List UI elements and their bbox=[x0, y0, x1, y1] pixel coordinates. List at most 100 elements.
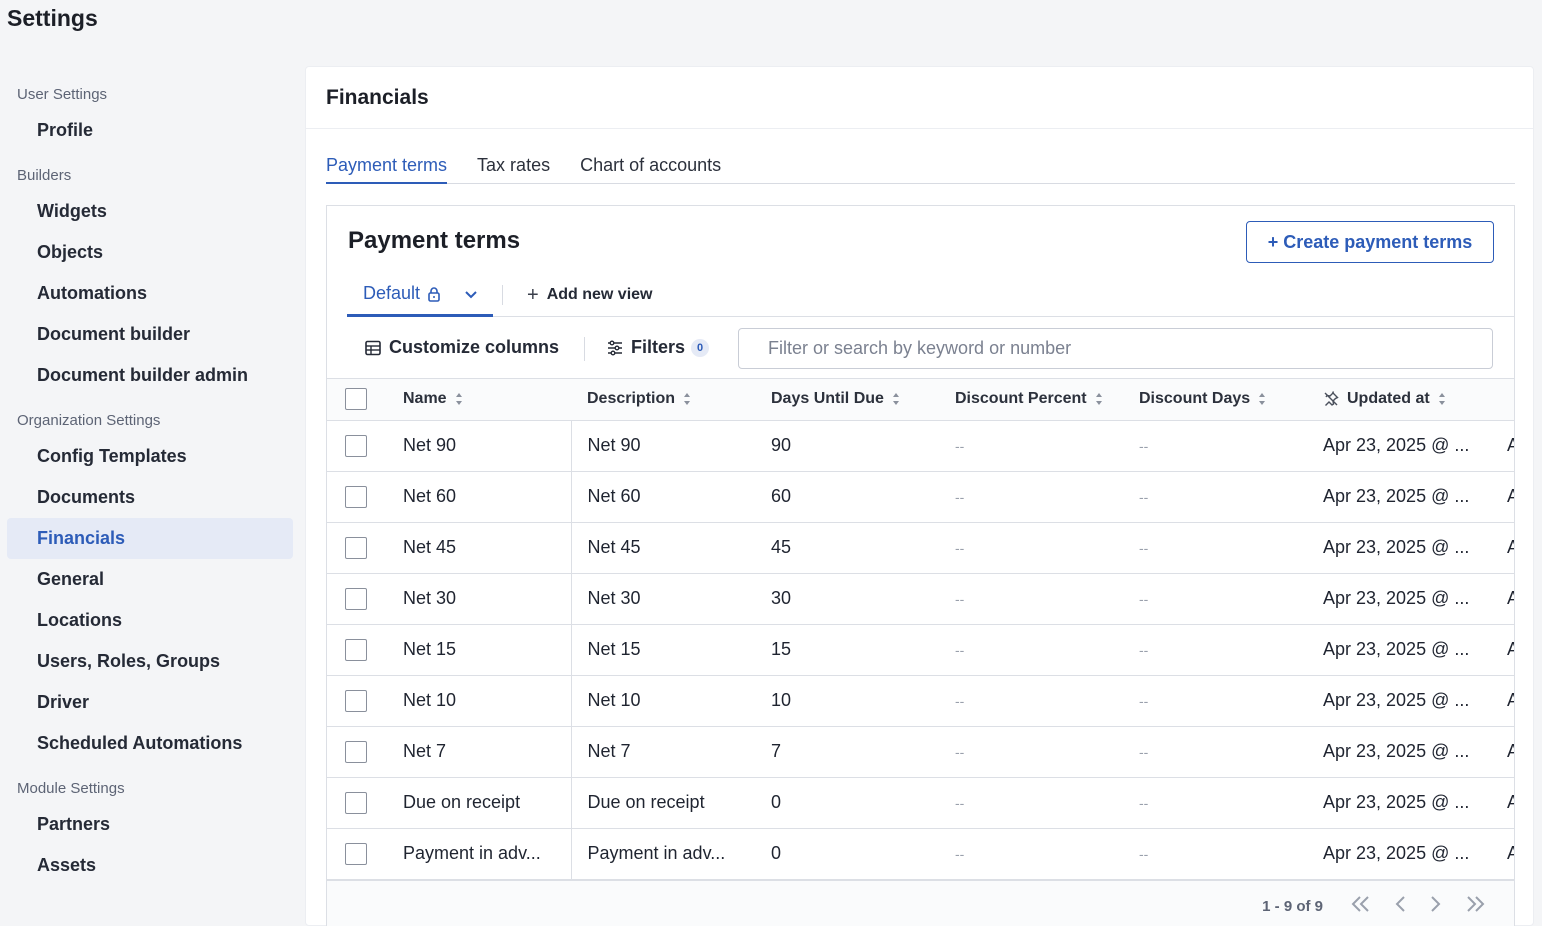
cell-discount-days: -- bbox=[1123, 522, 1307, 574]
sidebar-item-partners[interactable]: Partners bbox=[7, 804, 293, 845]
sort-icon[interactable] bbox=[892, 392, 900, 406]
table-row[interactable]: Net 10Net 1010----Apr 23, 2025 @ ...A bbox=[327, 675, 1514, 727]
cell-description: Net 60 bbox=[571, 471, 755, 523]
cell-discount-days: -- bbox=[1123, 726, 1307, 778]
column-header-updated-at[interactable]: Updated at bbox=[1307, 379, 1491, 421]
next-page-icon[interactable] bbox=[1428, 894, 1442, 914]
row-checkbox[interactable] bbox=[345, 638, 367, 661]
table-row[interactable]: Net 60Net 6060----Apr 23, 2025 @ ...A bbox=[327, 471, 1514, 523]
add-new-view-button[interactable]: + Add new view bbox=[527, 273, 652, 317]
row-checkbox[interactable] bbox=[345, 485, 367, 508]
sort-icon[interactable] bbox=[683, 392, 691, 406]
column-header-description[interactable]: Description bbox=[571, 379, 755, 421]
sidebar-item-users-roles-groups[interactable]: Users, Roles, Groups bbox=[7, 641, 293, 682]
table-row[interactable]: Net 90Net 9090----Apr 23, 2025 @ ...A bbox=[327, 420, 1514, 472]
cell-updated-at: Apr 23, 2025 @ ... bbox=[1307, 675, 1491, 727]
row-select-cell bbox=[327, 420, 387, 472]
sidebar-item-general[interactable]: General bbox=[7, 559, 293, 600]
column-header-discount-percent[interactable]: Discount Percent bbox=[939, 379, 1123, 421]
filters-button[interactable]: Filters 0 bbox=[607, 337, 710, 358]
row-checkbox[interactable] bbox=[345, 434, 367, 457]
row-checkbox[interactable] bbox=[345, 740, 367, 763]
sidebar-item-automations[interactable]: Automations bbox=[7, 273, 293, 314]
cell-discount-days: -- bbox=[1123, 777, 1307, 829]
cell-name: Net 7 bbox=[387, 726, 572, 778]
create-payment-terms-button[interactable]: + Create payment terms bbox=[1246, 221, 1494, 263]
sidebar-item-widgets[interactable]: Widgets bbox=[7, 191, 293, 232]
row-select-cell bbox=[327, 726, 387, 778]
row-checkbox[interactable] bbox=[345, 791, 367, 814]
row-checkbox[interactable] bbox=[345, 689, 367, 712]
table-body: Net 90Net 9090----Apr 23, 2025 @ ...ANet… bbox=[327, 420, 1514, 880]
cell-truncated: A bbox=[1491, 675, 1514, 727]
cell-updated-at: Apr 23, 2025 @ ... bbox=[1307, 777, 1491, 829]
cell-updated-at: Apr 23, 2025 @ ... bbox=[1307, 828, 1491, 880]
table-row[interactable]: Payment in adv... Payment in adv... 0 -- -- A… bbox=[327, 828, 1514, 880]
column-label: Discount Days bbox=[1139, 390, 1251, 408]
cell-days-until-due: 15 bbox=[755, 624, 939, 676]
table-row[interactable]: Net 45Net 4545----Apr 23, 2025 @ ...A bbox=[327, 522, 1514, 574]
lock-icon bbox=[428, 286, 440, 302]
column-header-days-until-due[interactable]: Days Until Due bbox=[755, 379, 939, 421]
cell-days-until-due: 60 bbox=[755, 471, 939, 523]
filter-sliders-icon bbox=[608, 340, 622, 355]
sort-icon[interactable] bbox=[1258, 392, 1266, 406]
add-new-view-label: Add new view bbox=[546, 286, 653, 303]
cell-days-until-due: 90 bbox=[755, 420, 939, 472]
cell-discount-percent: -- bbox=[939, 624, 1123, 676]
table-row[interactable]: Net 30Net 3030----Apr 23, 2025 @ ...A bbox=[327, 573, 1514, 625]
column-header-discount-days[interactable]: Discount Days bbox=[1123, 379, 1307, 421]
sidebar-item-assets[interactable]: Assets bbox=[7, 845, 293, 886]
sort-icon[interactable] bbox=[1095, 392, 1103, 406]
tab-payment-terms[interactable]: Payment terms bbox=[326, 151, 448, 184]
table-row[interactable]: Net 7Net 77----Apr 23, 2025 @ ...A bbox=[327, 726, 1514, 778]
row-select-cell bbox=[327, 777, 387, 829]
cell-truncated: A bbox=[1491, 471, 1514, 523]
sidebar-item-financials[interactable]: Financials bbox=[7, 518, 293, 559]
row-select-cell bbox=[327, 573, 387, 625]
first-page-icon[interactable] bbox=[1350, 894, 1372, 914]
unpin-icon[interactable] bbox=[1323, 391, 1339, 407]
view-default-label: Default bbox=[363, 283, 421, 303]
previous-page-icon[interactable] bbox=[1394, 894, 1408, 914]
cell-days-until-due: 7 bbox=[755, 726, 939, 778]
tab-tax-rates[interactable]: Tax rates bbox=[477, 151, 550, 184]
sidebar-item-driver[interactable]: Driver bbox=[7, 682, 293, 723]
row-checkbox[interactable] bbox=[345, 842, 367, 865]
column-label: Description bbox=[587, 390, 676, 408]
sidebar-item-document-builder[interactable]: Document builder bbox=[7, 314, 293, 355]
sort-icon[interactable] bbox=[455, 392, 463, 406]
chevron-down-icon[interactable] bbox=[464, 287, 478, 301]
cell-name: Due on receipt bbox=[387, 777, 572, 829]
sort-icon[interactable] bbox=[1438, 392, 1446, 406]
cell-discount-percent: -- bbox=[939, 420, 1123, 472]
last-page-icon[interactable] bbox=[1464, 894, 1486, 914]
cell-updated-at: Apr 23, 2025 @ ... bbox=[1307, 726, 1491, 778]
row-checkbox[interactable] bbox=[345, 587, 367, 610]
search-input[interactable] bbox=[738, 328, 1493, 369]
cell-days-until-due: 0 bbox=[755, 777, 939, 829]
cell-discount-days: -- bbox=[1123, 420, 1307, 472]
sidebar-item-config-templates[interactable]: Config Templates bbox=[7, 436, 293, 477]
sidebar-item-objects[interactable]: Objects bbox=[7, 232, 293, 273]
sidebar-group-builders: Builders bbox=[17, 167, 72, 184]
cell-discount-percent: -- bbox=[939, 573, 1123, 625]
cell-name: Net 30 bbox=[387, 573, 572, 625]
sidebar-item-locations[interactable]: Locations bbox=[7, 600, 293, 641]
column-label: Days Until Due bbox=[771, 390, 884, 408]
sidebar-item-documents[interactable]: Documents bbox=[7, 477, 293, 518]
sidebar-item-profile[interactable]: Profile bbox=[7, 110, 293, 151]
table-row[interactable]: Due on receipt Due on receipt 0 -- -- Apr 23,… bbox=[327, 777, 1514, 829]
tab-chart-of-accounts[interactable]: Chart of accounts bbox=[580, 151, 721, 184]
plus-icon: + bbox=[527, 283, 539, 306]
customize-columns-button[interactable]: Customize columns bbox=[365, 337, 559, 358]
cell-updated-at: Apr 23, 2025 @ ... bbox=[1307, 573, 1491, 625]
sidebar-item-scheduled-automations[interactable]: Scheduled Automations bbox=[7, 723, 293, 764]
column-header-name[interactable]: Name bbox=[387, 379, 571, 421]
row-checkbox[interactable] bbox=[345, 536, 367, 559]
row-select-cell bbox=[327, 522, 387, 574]
select-all-checkbox[interactable] bbox=[345, 388, 367, 411]
table-row[interactable]: Net 15Net 1515----Apr 23, 2025 @ ...A bbox=[327, 624, 1514, 676]
sidebar-item-document-builder-admin[interactable]: Document builder admin bbox=[7, 355, 293, 396]
view-tab-default[interactable]: Default bbox=[347, 273, 493, 317]
